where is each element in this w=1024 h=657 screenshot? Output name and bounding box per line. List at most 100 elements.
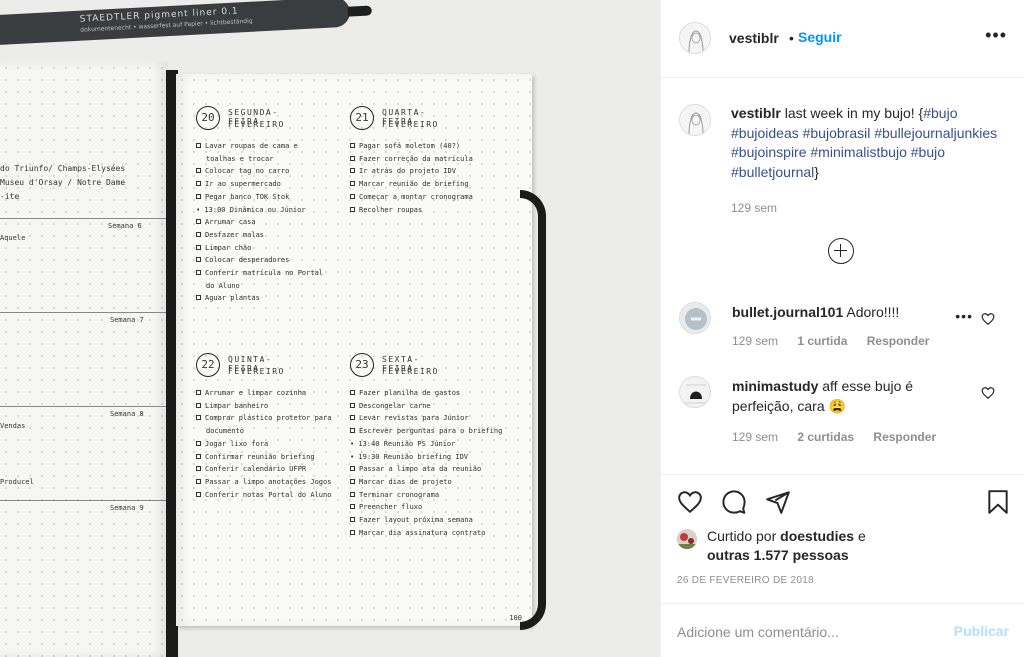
- task-text: Passar a limpo ata da reunião: [359, 465, 482, 474]
- left-page: do Triunfo/ Champs-Elysées Museu d'Orsay…: [0, 62, 168, 657]
- task-item: Começar a montar cronograma: [350, 191, 473, 204]
- checkbox-icon: [350, 529, 355, 535]
- right-page: 20 SEGUNDA-FEIRA FEVEREIRO Lavar roupas …: [176, 74, 532, 626]
- save-icon[interactable]: [985, 489, 1011, 515]
- post-actions: Curtido por doestudies e outras 1.577 pe…: [661, 474, 1024, 657]
- task-list: Lavar roupas de cama e toalhas e trocar Co…: [196, 140, 323, 305]
- task-item: Pagar sofá moletom (40?): [350, 140, 473, 153]
- post-date[interactable]: 26 DE FEVEREIRO DE 2018: [677, 575, 814, 586]
- task-item: Colocar desperadores: [196, 254, 323, 267]
- task-text: Pegar banco TOK Stok: [205, 192, 290, 201]
- caption-avatar[interactable]: [679, 104, 711, 136]
- checkbox-icon: [196, 466, 201, 472]
- comment-time[interactable]: 129 sem: [732, 430, 778, 444]
- comment-likes[interactable]: 2 curtidas: [797, 430, 854, 444]
- more-options-icon[interactable]: •••: [985, 26, 1007, 44]
- task-item: Jogar lixo fora: [196, 438, 331, 451]
- checkbox-icon: [196, 193, 201, 199]
- left-line: -ite: [0, 192, 20, 201]
- task-item: Preencher fluxo: [350, 501, 502, 514]
- comment-time[interactable]: 129 sem: [732, 334, 778, 348]
- checkbox-icon: [350, 428, 355, 434]
- task-list: Pagar sofá moletom (40?) Fazer correção d…: [350, 140, 473, 216]
- week-label: Semana 6: [108, 222, 142, 230]
- post-photo[interactable]: STAEDTLER pigment liner 0.1 dokumentenec…: [0, 0, 660, 657]
- checkbox-icon: [196, 219, 201, 225]
- liker-avatar[interactable]: [677, 529, 697, 549]
- left-word: Producel: [0, 478, 34, 486]
- liked-user[interactable]: doestudies: [780, 528, 854, 544]
- task-text: Terminar cronograma: [359, 490, 440, 499]
- left-line: Museu d'Orsay / Notre Dame: [0, 178, 126, 187]
- liked-others[interactable]: outras 1.577 pessoas: [707, 547, 849, 563]
- task-text: Limpar chão: [205, 243, 252, 252]
- post-sidebar: vestiblr • Seguir ••• vestiblr last week…: [660, 0, 1024, 657]
- sketch-avatar-icon: [680, 377, 710, 407]
- load-more-comments-icon[interactable]: [828, 238, 854, 264]
- left-rule: [0, 312, 166, 313]
- like-icon[interactable]: [677, 489, 703, 515]
- task-text: Comprar plástico protetor para: [205, 414, 332, 423]
- user-portrait-icon: [680, 23, 710, 53]
- checkbox-icon: [350, 181, 355, 187]
- checkbox-icon: [196, 453, 201, 459]
- task-item: Comprar plástico protetor para: [196, 412, 331, 425]
- comment-likes[interactable]: 1 curtida: [797, 334, 847, 348]
- comment-like-icon[interactable]: [981, 312, 995, 326]
- task-item: Arrumar casa: [196, 216, 323, 229]
- checkbox-icon: [196, 440, 201, 446]
- avatar[interactable]: [679, 22, 711, 54]
- checkbox-icon: [196, 231, 201, 237]
- checkbox-icon: [196, 478, 201, 484]
- checkbox-icon: [350, 478, 355, 484]
- checkbox-icon: [196, 143, 201, 148]
- checkbox-icon: [350, 504, 355, 510]
- comment-body: minimastudy aff esse bujo é perfeição, c…: [732, 376, 972, 416]
- comment-avatar[interactable]: [679, 302, 711, 334]
- task-item: Terminar cronograma: [350, 489, 502, 502]
- comment-icon[interactable]: [721, 489, 747, 515]
- left-line: do Triunfo/ Champs-Elysées: [0, 164, 126, 173]
- comment-like-icon[interactable]: [981, 386, 995, 400]
- comment-username[interactable]: bullet.journal101: [732, 304, 843, 320]
- task-item: Desfazer malas: [196, 229, 323, 242]
- day-number: 20: [196, 106, 220, 130]
- share-icon[interactable]: [765, 489, 791, 515]
- task-text: Passar a limpo anotações Jogos: [205, 477, 332, 486]
- checkbox-icon: [350, 390, 355, 395]
- task-item: Fazer correção da matrícula: [350, 153, 473, 166]
- post-username[interactable]: vestiblr: [729, 30, 779, 46]
- task-item: Escrever perguntas para o briefing: [350, 425, 502, 438]
- task-item: Passar a limpo ata da reunião: [350, 463, 502, 476]
- checkbox-icon: [350, 168, 355, 174]
- post-caption: vestiblr last week in my bujo! {#bujo #b…: [731, 104, 1006, 219]
- day-month: FEVEREIRO: [382, 120, 439, 129]
- comment-username[interactable]: minimastudy: [732, 378, 818, 394]
- task-text: Arrumar e limpar cozinha: [205, 389, 307, 397]
- task-text: Escrever perguntas para o briefing: [359, 427, 503, 436]
- caption-time[interactable]: 129 sem: [731, 199, 1006, 219]
- reply-button[interactable]: Responder: [873, 430, 936, 444]
- follow-button[interactable]: Seguir: [798, 29, 842, 45]
- task-text: Aguar plantas: [205, 294, 260, 303]
- task-text: Arrumar casa: [205, 218, 256, 227]
- reply-button[interactable]: Responder: [867, 334, 930, 348]
- comment-more-icon[interactable]: •••: [955, 309, 973, 323]
- checkbox-icon: [350, 415, 355, 421]
- task-item: documento: [196, 425, 331, 438]
- checkbox-icon: [350, 491, 355, 497]
- comment-input[interactable]: [677, 620, 937, 644]
- task-text: Colocar tag no carro: [205, 167, 290, 176]
- publish-button[interactable]: Publicar: [954, 623, 1009, 639]
- caption-username[interactable]: vestiblr: [731, 105, 781, 121]
- comment-avatar[interactable]: [679, 376, 711, 408]
- task-text: Começar a montar cronograma: [359, 192, 473, 201]
- comment-meta: 129 sem 1 curtida Responder: [732, 334, 945, 348]
- left-rule: [0, 406, 166, 407]
- task-item: Lavar roupas de cama e: [196, 140, 323, 153]
- task-text: • 13:00 Dinâmica ou Júnior: [196, 205, 306, 214]
- checkbox-icon: [196, 244, 201, 250]
- task-item: Conferir calendário UFPR: [196, 463, 331, 476]
- checkbox-icon: [196, 181, 201, 187]
- pen: STAEDTLER pigment liner 0.1 dokumentenec…: [0, 0, 372, 46]
